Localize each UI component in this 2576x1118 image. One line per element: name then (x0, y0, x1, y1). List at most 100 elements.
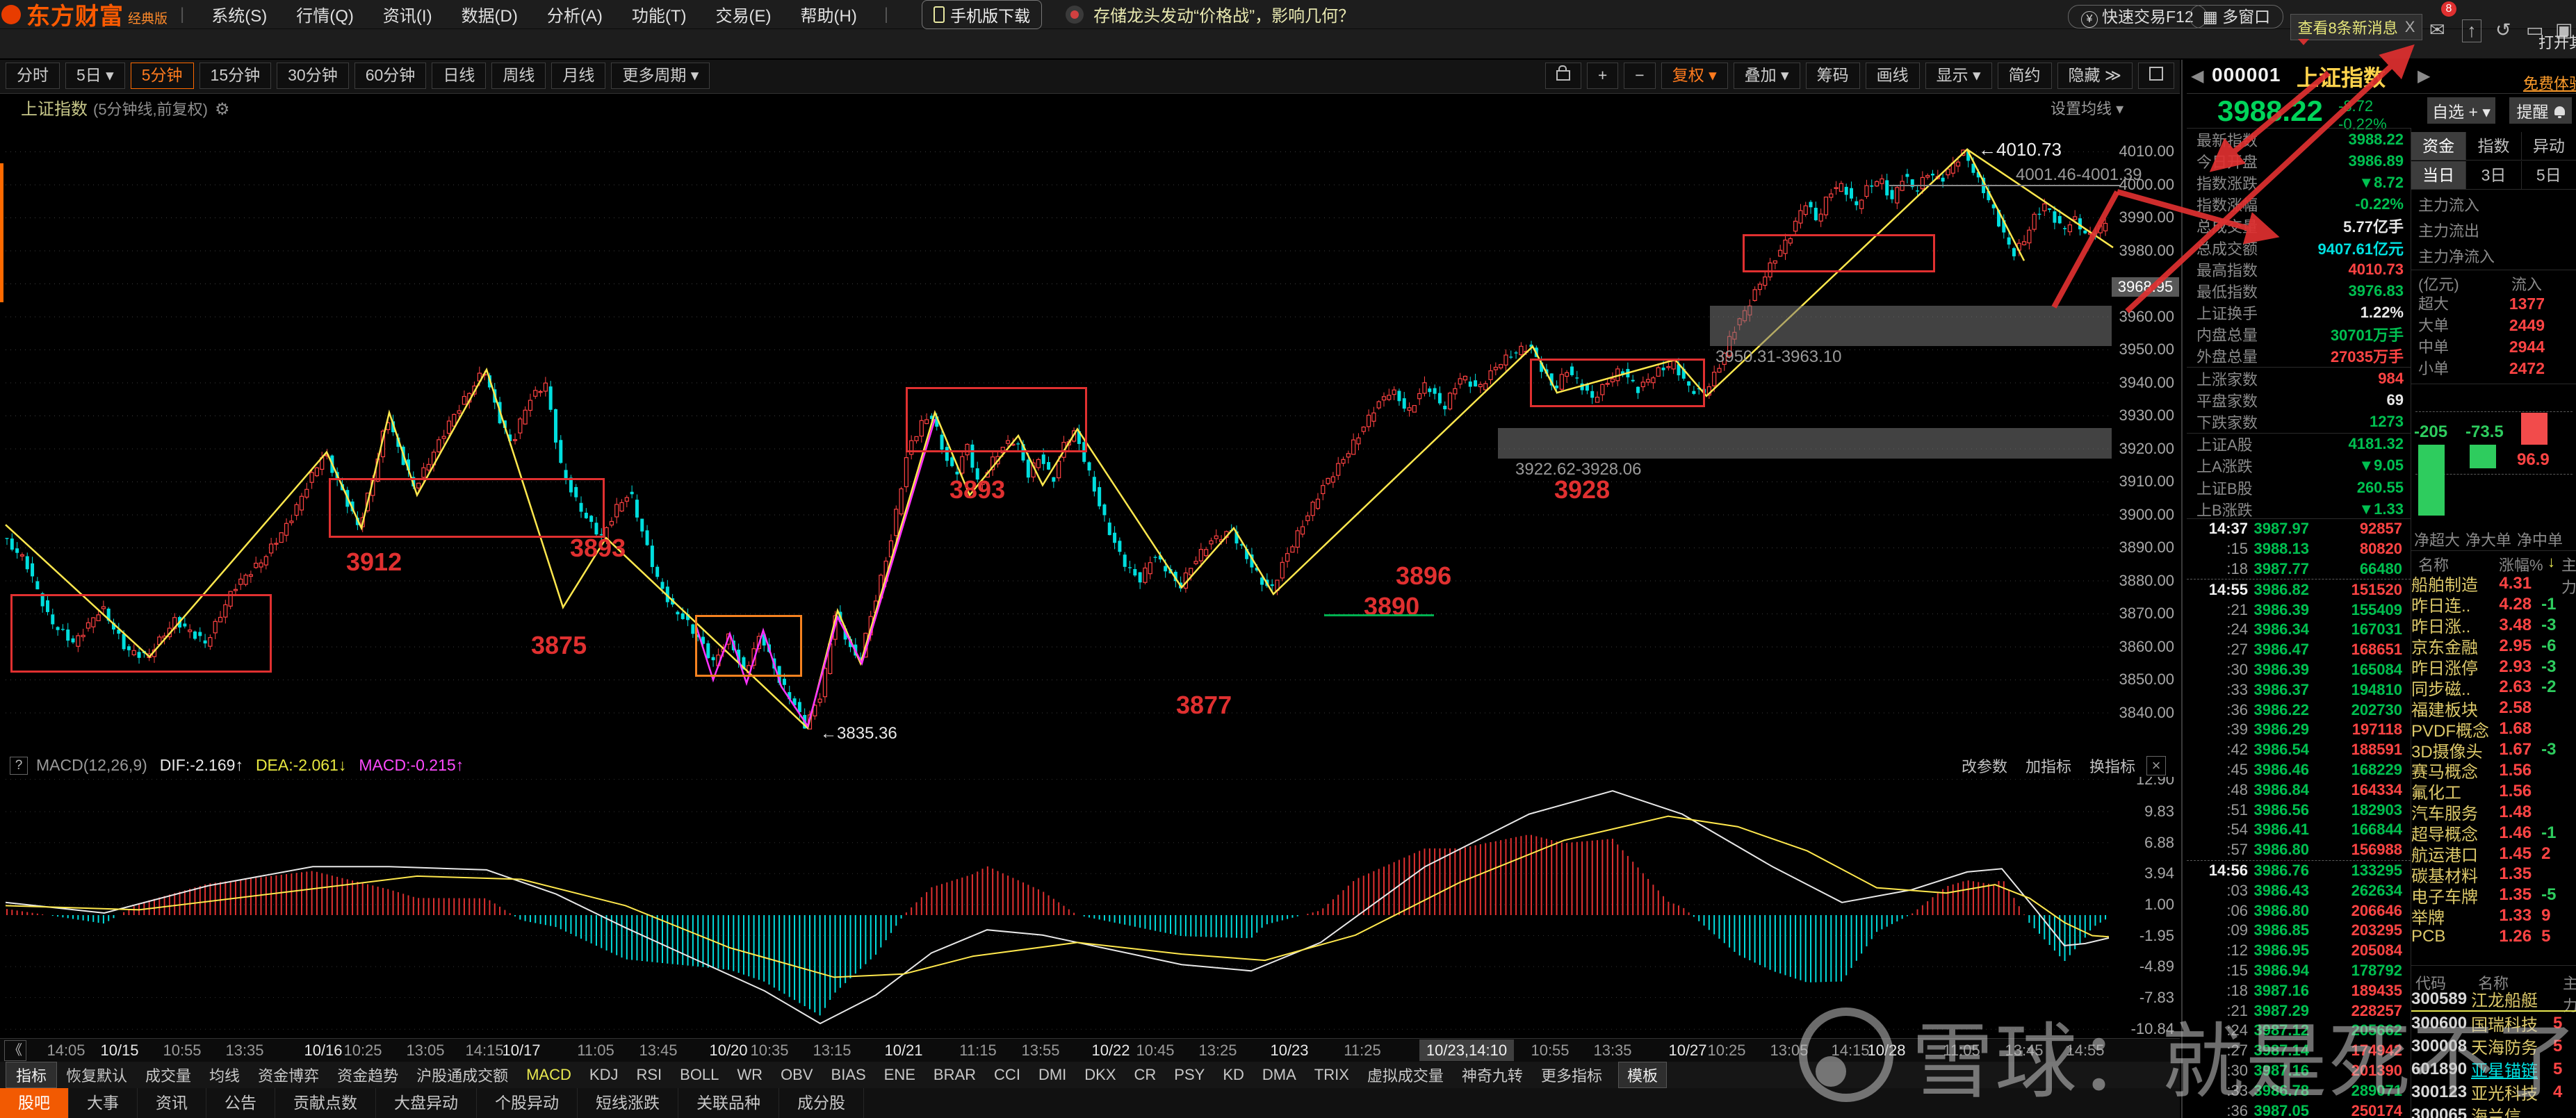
indicator-item[interactable]: MACD (526, 1066, 571, 1084)
tool-button[interactable]: 简约 (1998, 63, 2052, 89)
bottom-tab[interactable]: 个股异动 (477, 1088, 578, 1118)
indicator-item[interactable]: 虚拟成交量 (1367, 1064, 1444, 1086)
tick-list[interactable]: 14:373987.9792857 :153988.1380820 :18398… (2187, 518, 2411, 1118)
multi-window-button[interactable]: ▦ 多窗口 (2190, 3, 2283, 27)
bottom-tab[interactable]: 公告 (206, 1088, 275, 1118)
new-messages-popup[interactable]: 查看8条新消息X (2290, 14, 2422, 40)
bottom-tab[interactable]: 资讯 (138, 1088, 206, 1118)
open-other-link[interactable]: 打开其他 (2538, 31, 2576, 53)
sector-row[interactable]: 电子车牌1.35-5 (2411, 885, 2576, 905)
sector-row[interactable]: 航运港口1.452 (2411, 844, 2576, 864)
prev-symbol-button[interactable]: ◀ (2191, 66, 2203, 86)
indicator-item[interactable]: DKX (1084, 1066, 1116, 1084)
range-tab[interactable]: 5日 (2522, 161, 2576, 189)
tool-button[interactable]: 筹码 (1806, 63, 1860, 89)
menu-item[interactable]: 行情(Q) (296, 2, 354, 26)
indicator-item[interactable]: PSY (1174, 1066, 1205, 1084)
fullscreen-button[interactable] (2138, 63, 2174, 89)
indicator-item[interactable]: 更多指标 (1541, 1064, 1602, 1086)
tool-button[interactable]: − (1624, 63, 1655, 89)
bottom-tab[interactable]: 大事 (69, 1088, 138, 1118)
menu-item[interactable]: 系统(S) (211, 2, 267, 26)
macd-setting-button[interactable]: 改参数 (1962, 755, 2007, 777)
indicator-item[interactable]: BOLL (680, 1066, 719, 1084)
indicator-item[interactable]: CR (1134, 1066, 1157, 1084)
popup-close-button[interactable]: X (2405, 18, 2415, 36)
bottom-tab[interactable]: 短线涨跌 (578, 1088, 678, 1118)
candlestick-chart[interactable] (0, 115, 2180, 755)
side-panel-edge[interactable] (0, 163, 3, 302)
tool-button[interactable]: 画线 (1866, 63, 1920, 89)
tool-button[interactable]: 显示 ▾ (1925, 63, 1992, 89)
ma-settings-button[interactable]: 设置均线 ▾ (2051, 97, 2123, 119)
range-tab[interactable]: 当日 (2411, 161, 2466, 189)
indicator-item[interactable]: KDJ (589, 1066, 619, 1084)
sector-row[interactable]: 3D摄像头1.67-3 (2411, 739, 2576, 760)
tool-button[interactable]: + (1587, 63, 1618, 89)
sector-row[interactable]: 超导概念1.46-1 (2411, 823, 2576, 844)
stock-row[interactable]: 300589江龙船艇 (2411, 987, 2576, 1012)
free-trial-link[interactable]: 免费体验 (2523, 72, 2576, 94)
stock-list[interactable]: 300589江龙船艇 300600国瑞科技5 300008天海防务5 60189… (2411, 987, 2576, 1118)
sector-row[interactable]: 昨日涨停2.93-3 (2411, 657, 2576, 677)
period-button[interactable]: 5分钟 (131, 63, 194, 89)
stock-row[interactable]: 300008天海防务5 (2411, 1035, 2576, 1058)
next-symbol-button[interactable]: ▶ (2418, 66, 2430, 86)
stock-row[interactable]: 300123亚光科技4 (2411, 1080, 2576, 1103)
indicator-item[interactable]: TRIX (1314, 1066, 1349, 1084)
close-icon[interactable]: × (2146, 756, 2166, 775)
sector-row[interactable]: 福建板块2.58 (2411, 698, 2576, 718)
sector-row[interactable]: 汽车服务1.48 (2411, 802, 2576, 823)
lock-button[interactable] (1545, 63, 1581, 89)
period-button[interactable]: 分时 (6, 63, 60, 89)
stock-row[interactable]: 300600国瑞科技5 (2411, 1012, 2576, 1035)
flow-tab[interactable]: 异动 (2522, 132, 2576, 160)
scroll-left-button[interactable]: 《 (4, 1040, 26, 1061)
indicator-item[interactable]: DMI (1038, 1066, 1066, 1084)
sector-row[interactable]: 举牌1.339 (2411, 905, 2576, 926)
bottom-tab[interactable]: 大盘异动 (376, 1088, 477, 1118)
template-button[interactable]: 模板 (1618, 1062, 1667, 1088)
macd-chart[interactable] (0, 777, 2180, 1037)
sector-row[interactable]: 赛马概念1.56 (2411, 760, 2576, 781)
indicator-item[interactable]: BIAS (831, 1066, 866, 1084)
flow-tab[interactable]: 指数 (2466, 132, 2521, 160)
help-icon[interactable]: ? (10, 757, 28, 775)
sector-row[interactable]: PVDF概念1.68 (2411, 718, 2576, 739)
sector-row[interactable]: 昨日涨..3.48-3 (2411, 615, 2576, 636)
menu-item[interactable]: 帮助(H) (801, 2, 857, 26)
sector-row[interactable]: PCB1.265 (2411, 926, 2576, 947)
sector-list[interactable]: 船舶制造4.31 昨日连..4.28-1 昨日涨..3.48-3 京东金融2.9… (2411, 573, 2576, 947)
indicator-item[interactable]: KD (1223, 1066, 1244, 1084)
add-watchlist-button[interactable]: 自选 + ▾ (2427, 97, 2495, 124)
bottom-tab[interactable]: 股吧 (0, 1088, 69, 1118)
sector-row[interactable]: 碳基材料1.35 (2411, 864, 2576, 885)
quick-trade-button[interactable]: ¥快速交易F12 (2068, 3, 2207, 28)
mail-icon[interactable]: ✉ (2429, 19, 2445, 41)
tool-button[interactable]: 叠加 ▾ (1734, 63, 1800, 89)
undo-icon[interactable]: ↺ (2495, 19, 2511, 41)
indicator-item[interactable]: CCI (994, 1066, 1020, 1084)
stock-row[interactable]: 601890亚星锚链5 (2411, 1058, 2576, 1080)
indicator-item[interactable]: 资金博弈 (258, 1064, 319, 1086)
tool-button[interactable]: 复权 ▾ (1661, 63, 1728, 89)
sector-row[interactable]: 船舶制造4.31 (2411, 573, 2576, 594)
period-button[interactable]: 日线 (432, 63, 486, 89)
period-button[interactable]: 更多周期 ▾ (611, 63, 710, 89)
indicator-item[interactable]: WR (737, 1066, 763, 1084)
period-button[interactable]: 30分钟 (277, 63, 349, 89)
macd-setting-button[interactable]: 加指标 (2025, 755, 2071, 777)
sector-row[interactable]: 昨日连..4.28-1 (2411, 594, 2576, 615)
menu-item[interactable]: 交易(E) (716, 2, 772, 26)
bottom-tab[interactable]: 成分股 (779, 1088, 864, 1118)
indicator-item[interactable]: 成交量 (145, 1064, 191, 1086)
indicator-side-tab[interactable]: 指标 (6, 1062, 57, 1088)
stock-row[interactable]: 300065海兰信 (2411, 1103, 2576, 1118)
menu-item[interactable]: 数据(D) (462, 2, 518, 26)
sector-row[interactable]: 同步磁..2.63-2 (2411, 677, 2576, 698)
indicator-item[interactable]: 恢复默认 (66, 1064, 127, 1086)
sector-row[interactable]: 氟化工1.56 (2411, 781, 2576, 802)
indicator-item[interactable]: 均线 (209, 1064, 240, 1086)
menu-item[interactable]: 资讯(I) (383, 2, 432, 26)
menu-item[interactable]: 分析(A) (547, 2, 603, 26)
